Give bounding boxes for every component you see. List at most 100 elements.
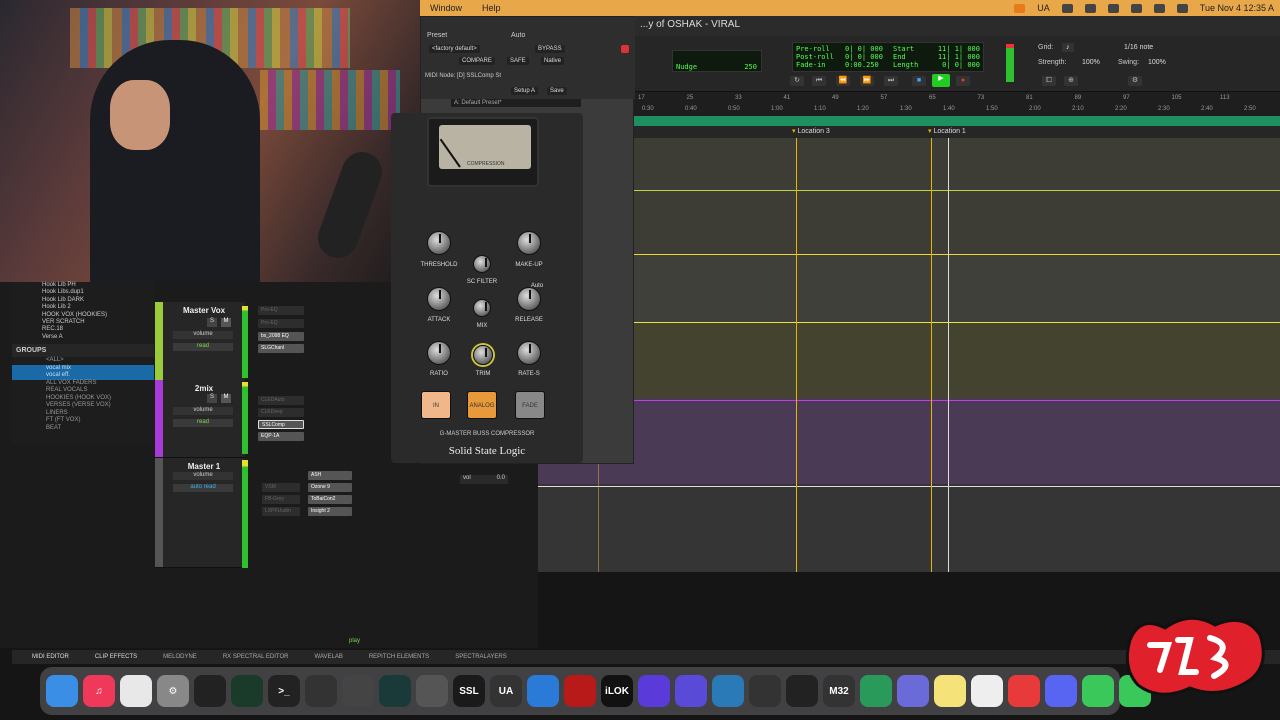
midi-node-label[interactable]: MIDI Node: [D] SSLComp St [425, 73, 501, 79]
native-button[interactable]: Native [541, 57, 565, 65]
insert-slot[interactable]: SLGChanl [258, 344, 304, 353]
rtz-icon[interactable]: ⏮ [812, 76, 826, 86]
gear-icon[interactable]: ⚙ [1128, 76, 1142, 86]
menu-window[interactable]: Window [420, 3, 472, 13]
insert-slot[interactable]: ToBaiCon2 [308, 495, 352, 504]
native-access-icon[interactable] [638, 675, 670, 707]
insert-slot[interactable]: Pro-EQ [258, 319, 304, 328]
ratio-knob[interactable] [427, 341, 451, 365]
clip-icon[interactable] [416, 675, 448, 707]
channel-strip-2mix[interactable]: 2mix S M volume read [155, 380, 245, 458]
play-icon[interactable]: ▶ [932, 74, 950, 87]
tab-spectralayers[interactable]: SPECTRALAYERS [455, 654, 507, 660]
mic-icon[interactable] [1014, 3, 1026, 13]
insert-slot[interactable]: VSM [262, 483, 300, 492]
timeline-selection-bar[interactable] [632, 116, 1280, 126]
insert-slot-selected[interactable]: SSLComp [258, 420, 304, 429]
plugin-icon[interactable] [712, 675, 744, 707]
swing-value[interactable]: 100% [1148, 59, 1166, 66]
tab-repitch-elements[interactable]: REPITCH ELEMENTS [369, 654, 429, 660]
fade-off-button[interactable]: FADE OFF [515, 391, 545, 437]
waves-icon[interactable] [527, 675, 559, 707]
groups-header[interactable]: GROUPS [12, 344, 154, 357]
control-center-icon[interactable] [1176, 3, 1188, 13]
input-language[interactable]: UA [1037, 3, 1050, 13]
tab-wavelab[interactable]: WAVELAB [315, 654, 343, 660]
track-list-item[interactable]: Hook Lib PH [42, 282, 154, 289]
app-icon[interactable] [897, 675, 929, 707]
insert-slot[interactable]: CLEDAuto [258, 396, 304, 405]
music-icon[interactable]: ♫ [83, 675, 115, 707]
track-list-item[interactable]: HOOK VOX (HOOKIES) [42, 312, 154, 319]
group-item[interactable]: BEAT [12, 425, 154, 433]
insert-slot[interactable]: ASH [308, 471, 352, 480]
tab-clip-effects[interactable]: CLIP EFFECTS [95, 654, 137, 660]
threshold-knob[interactable] [427, 231, 451, 255]
grid-value[interactable]: 1/16 note [1124, 44, 1153, 51]
rewind-icon[interactable]: ⏪ [836, 76, 850, 86]
release-knob[interactable] [517, 287, 541, 311]
mute-button[interactable]: M [221, 318, 231, 327]
group-item[interactable]: HOOKIES (HOOK VOX) [12, 395, 154, 403]
timeline-ruler[interactable]: 17 25 33 41 49 57 65 73 81 89 97 105 113 0:30 0:40 0:50… [632, 92, 1280, 116]
finder-icon[interactable] [46, 675, 78, 707]
display-icon[interactable] [1107, 3, 1119, 13]
mixer-icon[interactable] [786, 675, 818, 707]
insert-slot[interactable]: FB-Grey [262, 495, 300, 504]
automation-mode[interactable]: read [173, 343, 233, 351]
attack-knob[interactable] [427, 287, 451, 311]
close-icon[interactable] [621, 45, 629, 53]
loop-icon[interactable]: ↻ [790, 76, 804, 86]
strip-name[interactable]: Master 1 [169, 462, 239, 471]
insert-slot[interactable]: LXPFUudm [262, 507, 300, 516]
volume-mode[interactable]: volume [173, 331, 233, 339]
trim-knob[interactable] [473, 345, 493, 365]
cloud-icon[interactable] [1061, 3, 1073, 13]
tab-rx-spectral-editor[interactable]: RX SPECTRAL EDITOR [223, 654, 289, 660]
track-lane[interactable] [538, 322, 1280, 398]
dropbox-icon[interactable] [1084, 3, 1096, 13]
rate-s-knob[interactable] [517, 341, 541, 365]
messages-icon[interactable] [1082, 675, 1114, 707]
search-icon[interactable] [1153, 3, 1165, 13]
slack-icon[interactable] [860, 675, 892, 707]
insert-slot[interactable]: EQP-1A [258, 432, 304, 441]
makeup-knob[interactable] [517, 231, 541, 255]
track-list-item[interactable]: REC.18 [42, 326, 154, 333]
track-lane[interactable] [538, 484, 1280, 572]
share-icon[interactable] [1008, 675, 1040, 707]
wave-icon[interactable] [379, 675, 411, 707]
insert-slot[interactable]: CLKDeep [258, 408, 304, 417]
analog-button[interactable]: ANALOG [467, 391, 497, 419]
safe-button[interactable]: SAFE [507, 57, 529, 65]
strip-name[interactable]: Master Vox [169, 306, 239, 315]
crop-icon[interactable] [342, 675, 374, 707]
marker-location-3[interactable]: Location 3 [792, 127, 830, 135]
group-item[interactable]: LINERS [12, 410, 154, 418]
ua-icon[interactable]: UA [490, 675, 522, 707]
track-lane[interactable] [538, 138, 1280, 254]
track-list-item[interactable]: Hook Lib DARK [42, 297, 154, 304]
piano-icon[interactable] [194, 675, 226, 707]
group-item[interactable]: vocal mix [12, 364, 154, 372]
sc-filter-knob[interactable] [473, 255, 491, 273]
m32-icon[interactable]: M32 [823, 675, 855, 707]
track-lane-purple[interactable] [538, 398, 1280, 484]
edit-window-tracks[interactable] [538, 138, 1280, 572]
track-list-item[interactable]: Verse A [42, 334, 154, 341]
group-item[interactable]: REAL VOCALS [12, 387, 154, 395]
volume-mode[interactable]: volume [173, 407, 233, 415]
group-item[interactable]: VERSES (VERSE VOX) [12, 402, 154, 410]
channel-strip-master-1[interactable]: Master 1 volume auto read [155, 458, 245, 568]
mute-button[interactable]: M [221, 394, 231, 403]
record-icon[interactable]: ● [956, 76, 970, 86]
group-item[interactable]: ALL VOX FADERS [12, 380, 154, 388]
menu-help[interactable]: Help [472, 3, 511, 13]
markers-ruler[interactable]: Location 3 Location 1 [632, 126, 1280, 138]
preset-name-field[interactable]: A: Default Preset* [451, 99, 581, 107]
group-item[interactable]: vocal eff. [12, 372, 154, 380]
marker-location-1[interactable]: Location 1 [928, 127, 966, 135]
stop-icon[interactable]: ■ [912, 76, 926, 86]
note-value-icon[interactable]: ♪ [1062, 43, 1074, 52]
insert-slot[interactable]: Insight 2 [308, 507, 352, 516]
